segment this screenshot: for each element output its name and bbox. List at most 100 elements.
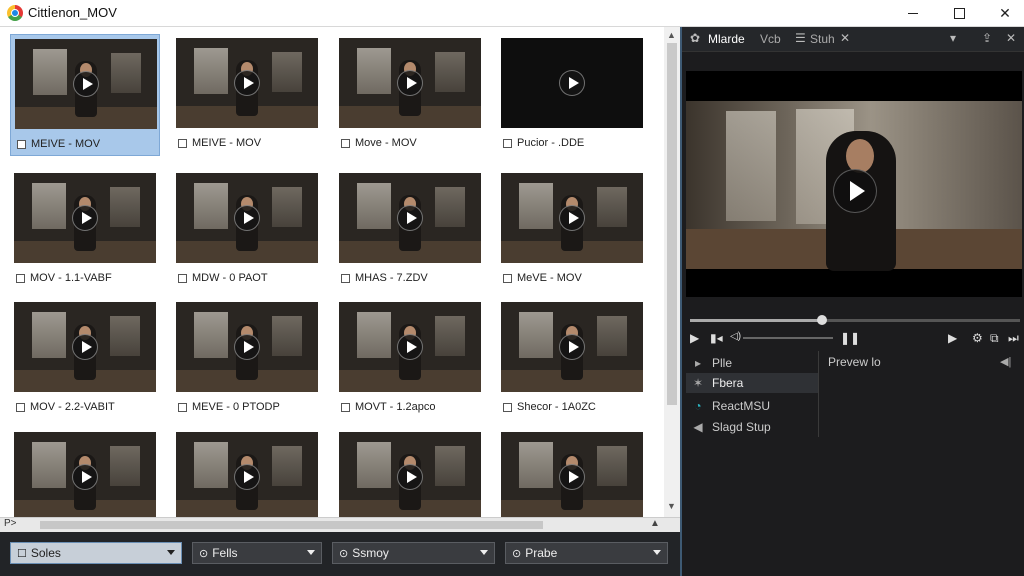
play-icon[interactable]	[234, 334, 260, 360]
video-tile[interactable]	[172, 428, 322, 517]
video-tile[interactable]	[497, 428, 647, 517]
menu-item-setup[interactable]: ◀ Slagd Stup	[686, 417, 818, 437]
play-icon[interactable]	[833, 169, 877, 213]
video-thumbnail[interactable]	[176, 432, 318, 517]
checkbox[interactable]	[503, 138, 512, 148]
menu-item-filters[interactable]: ✶ Fbera	[686, 373, 818, 393]
play-icon[interactable]	[397, 70, 423, 96]
video-tile[interactable]: MHAS - 7.ZDV	[335, 169, 485, 291]
close-button[interactable]: ✕	[982, 0, 1024, 27]
play-icon[interactable]: ▶	[690, 331, 699, 345]
checkbox[interactable]	[16, 273, 25, 283]
fullscreen-icon[interactable]: ⏭	[1008, 331, 1019, 346]
chevron-down-icon[interactable]: ▾	[950, 31, 956, 45]
video-tile[interactable]: MOV - 1.1-VABF	[10, 169, 160, 291]
video-tile[interactable]: Shecor - 1A0ZC	[497, 298, 647, 420]
video-thumbnail[interactable]	[501, 173, 643, 263]
play-icon[interactable]	[397, 334, 423, 360]
video-thumbnail[interactable]	[176, 38, 318, 128]
video-thumbnail[interactable]	[339, 432, 481, 517]
scroll-down-icon[interactable]: ▼	[667, 501, 676, 511]
play-icon[interactable]	[234, 205, 260, 231]
checkbox[interactable]	[178, 273, 187, 283]
checkbox[interactable]	[503, 402, 512, 412]
video-tile[interactable]: Move - MOV	[335, 34, 485, 156]
tab-stuh[interactable]: Stuh	[810, 32, 835, 46]
video-thumbnail[interactable]	[15, 39, 157, 129]
checkbox[interactable]	[341, 402, 350, 412]
seek-bar[interactable]	[690, 315, 1020, 325]
checkbox[interactable]	[341, 273, 350, 283]
play-icon[interactable]	[234, 70, 260, 96]
checkbox[interactable]	[341, 138, 350, 148]
seek-handle[interactable]	[817, 315, 827, 325]
volume-icon[interactable]: ◁)	[730, 331, 741, 342]
video-thumbnail[interactable]	[339, 173, 481, 263]
scroll-up-icon[interactable]: ▲	[667, 30, 676, 40]
video-tile[interactable]	[10, 428, 160, 517]
video-thumbnail[interactable]	[339, 38, 481, 128]
play-icon[interactable]	[397, 205, 423, 231]
probe-dropdown[interactable]: ⊙ Prabe	[505, 542, 668, 564]
settings-icon[interactable]: ⚙	[972, 331, 983, 345]
play-icon[interactable]	[559, 70, 585, 96]
play-icon[interactable]	[73, 71, 99, 97]
checkbox[interactable]	[503, 273, 512, 283]
video-tile[interactable]: MDW - 0 PAOT	[172, 169, 322, 291]
volume-slider[interactable]	[743, 337, 833, 339]
rewind-icon[interactable]: ◀|	[1000, 355, 1011, 368]
checkbox[interactable]	[16, 402, 25, 412]
video-tile[interactable]: MOV - 2.2-VABIT	[10, 298, 160, 420]
horizontal-scrollbar[interactable]: P> ▲	[0, 517, 680, 532]
scroll-right-icon[interactable]: ▲	[650, 518, 660, 529]
minimize-button[interactable]	[890, 0, 936, 27]
video-tile[interactable]: MEIVE - MOV	[10, 34, 160, 156]
popout-icon[interactable]: ⧉	[990, 331, 999, 346]
video-tile[interactable]: MeVE - MOV	[497, 169, 647, 291]
play-icon[interactable]	[397, 464, 423, 490]
video-thumbnail[interactable]	[176, 173, 318, 263]
summary-dropdown[interactable]: ⊙ Ssmoy	[332, 542, 495, 564]
video-thumbnail[interactable]	[176, 302, 318, 392]
video-player[interactable]	[686, 71, 1022, 297]
close-tab-icon[interactable]: ✕	[840, 31, 850, 45]
play-icon[interactable]	[72, 464, 98, 490]
video-thumbnail[interactable]	[501, 432, 643, 517]
gear-icon[interactable]: ✿	[690, 31, 700, 45]
tab-media[interactable]: Mlarde	[708, 32, 745, 46]
pause-icon[interactable]: ❚❚	[840, 331, 860, 345]
video-tile[interactable]: Pucior - .DDE	[497, 34, 647, 156]
video-tile[interactable]: MEVE - 0 PTODP	[172, 298, 322, 420]
checkbox[interactable]	[17, 139, 26, 149]
video-thumbnail[interactable]	[14, 302, 156, 392]
video-tile[interactable]: MEIVE - MOV	[172, 34, 322, 156]
video-thumbnail[interactable]	[501, 38, 643, 128]
vertical-scrollbar[interactable]: ▲ ▼	[664, 27, 680, 517]
menu-item-file[interactable]: ▸ Plle	[686, 353, 818, 373]
tab-vcb[interactable]: Vcb	[760, 32, 781, 46]
video-tile[interactable]: MOVT - 1.2apco	[335, 298, 485, 420]
video-thumbnail[interactable]	[14, 432, 156, 517]
sort-dropdown[interactable]: ☐ Soles	[10, 542, 182, 564]
step-icon[interactable]: ▮◂	[710, 331, 723, 345]
files-dropdown[interactable]: ⊙ Fells	[192, 542, 322, 564]
checkbox[interactable]	[178, 402, 187, 412]
play-icon[interactable]	[234, 464, 260, 490]
checkbox[interactable]	[178, 138, 187, 148]
play-icon[interactable]	[559, 464, 585, 490]
hscroll-thumb[interactable]	[40, 521, 543, 529]
scrollbar-thumb[interactable]	[667, 43, 677, 405]
menu-item-react[interactable]: ◔ ReactMSU	[686, 396, 818, 416]
share-icon[interactable]: ⇪	[982, 31, 992, 45]
close-panel-icon[interactable]: ✕	[1006, 31, 1016, 45]
play-icon[interactable]	[559, 205, 585, 231]
play-icon[interactable]	[72, 205, 98, 231]
maximize-button[interactable]	[936, 0, 982, 27]
video-thumbnail[interactable]	[339, 302, 481, 392]
video-thumbnail[interactable]	[14, 173, 156, 263]
play-icon[interactable]	[72, 334, 98, 360]
video-thumbnail[interactable]	[501, 302, 643, 392]
next-icon[interactable]: ▶	[948, 331, 957, 345]
play-icon[interactable]	[559, 334, 585, 360]
video-tile[interactable]	[335, 428, 485, 517]
